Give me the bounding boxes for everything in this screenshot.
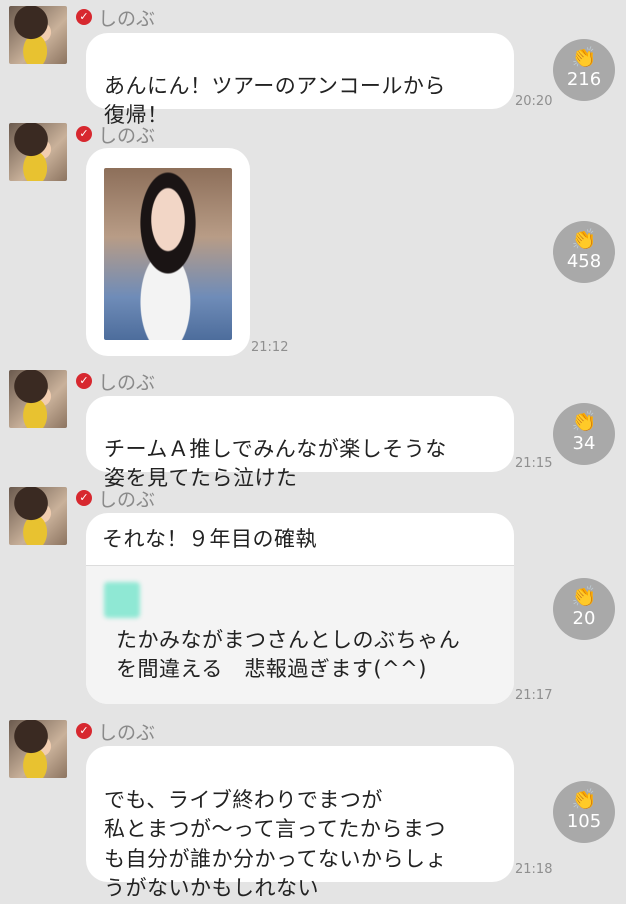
like-button[interactable]: 👏 458: [553, 221, 615, 283]
message-bubble[interactable]: でも、ライブ終わりでまつが 私とまつが〜って言ってたからまつ も自分が誰か分かっ…: [86, 746, 514, 900]
sender-row: ✓ しのぶ: [76, 370, 156, 394]
like-button[interactable]: 👏 34: [553, 403, 615, 465]
sender-name: しのぶ: [98, 7, 156, 30]
message-bubble[interactable]: それな！９年目の確執 たかみながまつさんとしのぶちゃん を間違える 悲報過ぎます…: [86, 513, 514, 704]
verified-icon: ✓: [76, 126, 92, 142]
like-button[interactable]: 👏 216: [553, 39, 615, 101]
verified-icon: ✓: [76, 373, 92, 389]
message-text: チームＡ推しでみんなが楽しそうな 姿を見てたら泣けた: [104, 437, 447, 490]
avatar[interactable]: [9, 123, 67, 181]
like-button[interactable]: 👏 20: [553, 578, 615, 640]
clap-hands-icon: 👏: [571, 409, 597, 433]
timestamp: 20:20: [515, 94, 553, 109]
avatar[interactable]: [9, 487, 67, 545]
timestamp: 21:18: [515, 862, 553, 877]
clap-hands-icon: 👏: [571, 787, 597, 811]
verified-icon: ✓: [76, 9, 92, 25]
quoted-text: たかみながまつさんとしのぶちゃん を間違える 悲報過ぎます(^^): [116, 628, 461, 681]
like-count: 216: [566, 69, 602, 90]
quoted-thumbnail: [104, 582, 140, 618]
photo-bubble[interactable]: [86, 148, 250, 356]
clap-hands-icon: 👏: [571, 45, 597, 69]
timestamp: 21:17: [515, 688, 553, 703]
avatar[interactable]: [9, 6, 67, 64]
shared-photo[interactable]: [104, 168, 232, 340]
message-bubble[interactable]: あんにん！ツアーのアンコールから 復帰！: [86, 33, 514, 127]
like-count: 20: [572, 608, 596, 629]
sender-name: しのぶ: [98, 721, 156, 744]
sender-name: しのぶ: [98, 124, 156, 147]
clap-hands-icon: 👏: [571, 227, 597, 251]
message-text: それな！９年目の確執: [102, 527, 317, 551]
sender-row: ✓ しのぶ: [76, 123, 156, 147]
avatar[interactable]: [9, 370, 67, 428]
quoted-post[interactable]: たかみながまつさんとしのぶちゃん を間違える 悲報過ぎます(^^): [86, 565, 514, 704]
sender-name: しのぶ: [98, 488, 156, 511]
message-bubble[interactable]: チームＡ推しでみんなが楽しそうな 姿を見てたら泣けた: [86, 396, 514, 490]
sender-name: しのぶ: [98, 371, 156, 394]
message-text: あんにん！ツアーのアンコールから 復帰！: [104, 74, 446, 127]
clap-hands-icon: 👏: [571, 584, 597, 608]
like-count: 458: [566, 251, 602, 272]
timestamp: 21:15: [515, 456, 553, 471]
verified-icon: ✓: [76, 490, 92, 506]
like-count: 34: [572, 433, 596, 454]
sender-row: ✓ しのぶ: [76, 487, 156, 511]
like-count: 105: [566, 811, 602, 832]
sender-row: ✓ しのぶ: [76, 720, 156, 744]
avatar[interactable]: [9, 720, 67, 778]
timestamp: 21:12: [251, 340, 289, 355]
sender-row: ✓ しのぶ: [76, 6, 156, 30]
message-text: でも、ライブ終わりでまつが 私とまつが〜って言ってたからまつ も自分が誰か分かっ…: [104, 787, 447, 901]
verified-icon: ✓: [76, 723, 92, 739]
like-button[interactable]: 👏 105: [553, 781, 615, 843]
